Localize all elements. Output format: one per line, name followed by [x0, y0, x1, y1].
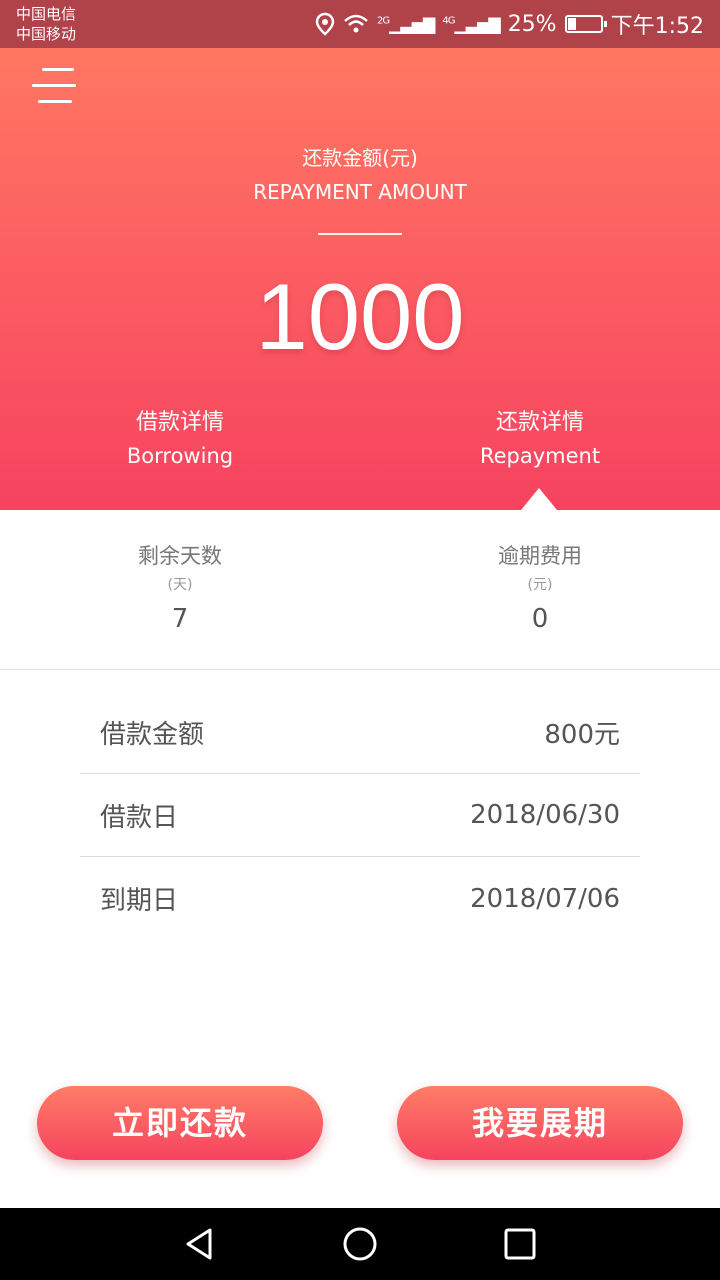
tab-repayment[interactable]: 还款详情 Repayment: [420, 404, 660, 468]
back-icon[interactable]: [180, 1226, 220, 1262]
location-icon: [315, 12, 335, 36]
detail-row-due-date: 到期日 2018/07/06: [80, 857, 640, 940]
overdue-fee-label: 逾期费用: [498, 544, 582, 568]
repay-now-button[interactable]: 立即还款: [37, 1086, 323, 1160]
clock: 下午1:52: [610, 14, 704, 39]
remaining-days: 剩余天数 (天) 7: [60, 540, 300, 634]
status-bar: 中国电信 中国移动 2G▁▃▅▇ 4G▁▃▅▇ 25% 下午1:52: [0, 0, 720, 48]
detail-value: 2018/06/30: [470, 800, 620, 830]
loan-details: 借款金额 800元 借款日 2018/06/30 到期日 2018/07/06: [80, 691, 640, 940]
repayment-amount: 1000: [255, 264, 465, 369]
system-nav-bar: [0, 1208, 720, 1280]
active-tab-indicator: [521, 488, 557, 510]
menu-icon[interactable]: [32, 68, 78, 104]
signal-4g-icon: 4G▁▃▅▇: [442, 14, 500, 34]
tab-repayment-cn: 还款详情: [495, 410, 584, 435]
detail-row-loan-date: 借款日 2018/06/30: [80, 774, 640, 857]
repayment-summary: 剩余天数 (天) 7 逾期费用 (元) 0: [0, 510, 720, 670]
wifi-icon: [344, 14, 368, 33]
tab-borrowing-en: Borrowing: [126, 444, 234, 468]
remaining-days-unit: (天): [167, 577, 193, 593]
carrier-2: 中国移动: [16, 25, 77, 43]
battery-percent: 25%: [507, 11, 557, 37]
recent-apps-icon[interactable]: [500, 1226, 540, 1262]
divider: [318, 233, 402, 235]
detail-value: 800元: [544, 719, 620, 750]
detail-key: 借款日: [100, 802, 179, 833]
amount-label-cn: 还款金额(元): [302, 146, 418, 170]
overdue-fee: 逾期费用 (元) 0: [420, 540, 660, 634]
signal-2g-icon: 2G▁▃▅▇: [377, 14, 435, 34]
detail-value: 2018/07/06: [470, 883, 620, 914]
battery-icon: [564, 15, 607, 33]
overdue-fee-unit: (元): [527, 577, 553, 593]
remaining-days-label: 剩余天数: [138, 544, 222, 568]
tab-borrowing-cn: 借款详情: [135, 410, 224, 435]
extend-loan-button[interactable]: 我要展期: [397, 1086, 683, 1160]
overdue-fee-value: 0: [531, 604, 549, 634]
detail-key: 借款金额: [100, 719, 205, 750]
remaining-days-value: 7: [171, 604, 189, 634]
tab-borrowing[interactable]: 借款详情 Borrowing: [60, 404, 300, 468]
carrier-info: 中国电信 中国移动: [16, 4, 76, 44]
carrier-1: 中国电信: [16, 5, 77, 23]
detail-row-loan-amount: 借款金额 800元: [80, 691, 640, 774]
home-icon[interactable]: [340, 1226, 380, 1262]
amount-label-en: REPAYMENT AMOUNT: [253, 180, 467, 204]
tab-repayment-en: Repayment: [479, 444, 601, 468]
detail-key: 到期日: [100, 886, 179, 916]
repayment-header: 还款金额(元) REPAYMENT AMOUNT 1000 借款详情 Borro…: [0, 48, 720, 510]
status-icons: 2G▁▃▅▇ 4G▁▃▅▇ 25% 下午1:52: [315, 0, 704, 48]
